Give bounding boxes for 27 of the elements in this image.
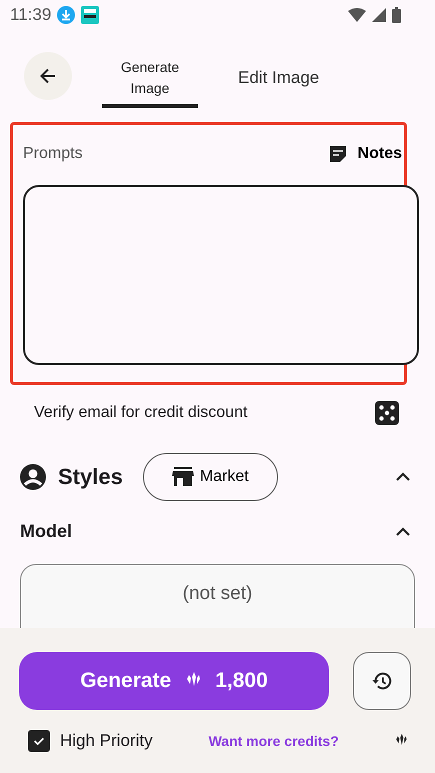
history-icon xyxy=(371,670,393,692)
high-priority-checkbox[interactable]: High Priority xyxy=(28,730,153,752)
tab[interactable]: Generate Image xyxy=(102,52,198,108)
more-credits-link[interactable]: Want more credits? xyxy=(208,733,339,749)
model-card[interactable]: (not set) xyxy=(20,564,415,628)
signal-icon xyxy=(372,8,386,22)
prompt-field[interactable] xyxy=(23,185,419,365)
store-icon xyxy=(172,466,194,488)
account-icon xyxy=(20,464,46,490)
verify-email-text: Verify email for credit discount xyxy=(34,404,248,422)
generate-button[interactable]: Generate 1,800 xyxy=(19,652,329,710)
back-button[interactable] xyxy=(24,52,72,100)
status-time: 11:39 xyxy=(10,5,52,25)
app-icon xyxy=(81,6,100,24)
styles-title: Styles xyxy=(58,464,123,490)
download-icon xyxy=(57,6,76,24)
history-button[interactable] xyxy=(353,652,411,710)
battery-icon xyxy=(392,7,401,23)
back-arrow-icon xyxy=(38,66,58,86)
model-title: Model xyxy=(20,521,72,542)
notes-button[interactable]: Notes xyxy=(328,144,402,164)
prompts-label: Prompts xyxy=(23,145,83,163)
tab[interactable]: Edit Image xyxy=(232,52,326,108)
market-button[interactable]: Market xyxy=(142,453,278,501)
wifi-icon xyxy=(348,8,366,22)
note-icon xyxy=(328,144,348,164)
dice-icon[interactable] xyxy=(375,401,399,425)
